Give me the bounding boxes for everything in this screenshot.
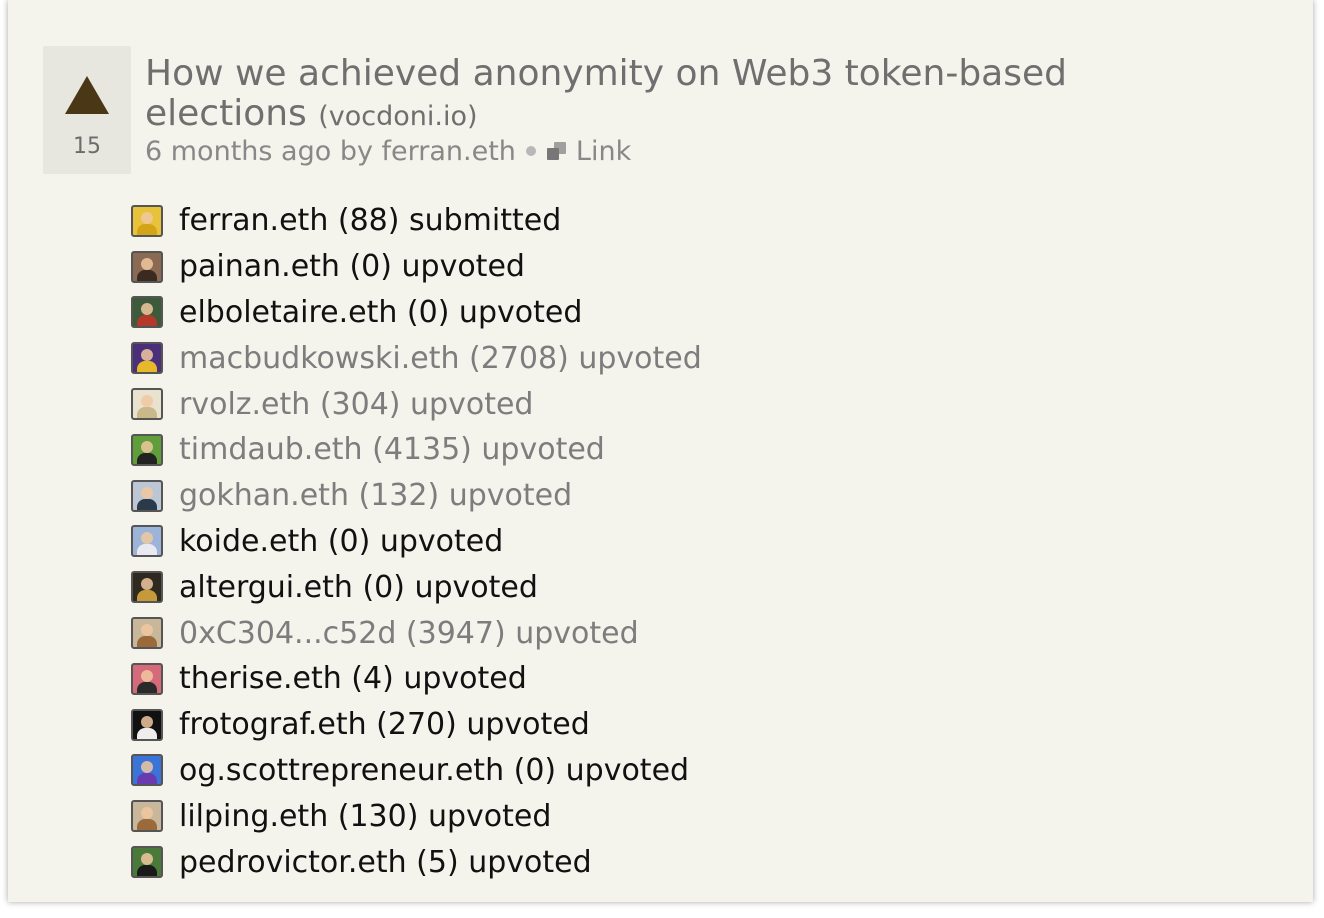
story-title[interactable]: How we achieved anonymity on Web3 token-… <box>145 54 1195 137</box>
separator-dot <box>525 146 536 156</box>
voter-row[interactable]: elboletaire.eth (0) upvoted <box>131 290 702 336</box>
voter-label[interactable]: rvolz.eth (304) upvoted <box>179 387 533 422</box>
story-meta: 6 months ago by ferran.eth Link <box>145 136 631 167</box>
voter-label[interactable]: timdaub.eth (4135) upvoted <box>179 432 605 467</box>
avatar[interactable] <box>131 296 163 329</box>
voter-row[interactable]: ferran.eth (88) submitted <box>131 198 702 244</box>
avatar[interactable] <box>131 342 163 375</box>
avatar[interactable] <box>131 800 163 833</box>
voter-label[interactable]: lilping.eth (130) upvoted <box>179 799 551 834</box>
avatar[interactable] <box>131 571 163 604</box>
avatar[interactable] <box>131 754 163 787</box>
voter-row[interactable]: koide.eth (0) upvoted <box>131 519 702 565</box>
avatar[interactable] <box>131 846 163 879</box>
voter-row[interactable]: pedrovictor.eth (5) upvoted <box>131 839 702 885</box>
voter-label[interactable]: painan.eth (0) upvoted <box>179 249 525 284</box>
voter-label[interactable]: koide.eth (0) upvoted <box>179 524 503 559</box>
voter-label[interactable]: ferran.eth (88) submitted <box>179 203 561 238</box>
upvote-arrow-icon[interactable] <box>65 76 109 114</box>
voter-label[interactable]: 0xC304...c52d (3947) upvoted <box>179 616 639 651</box>
link-icon <box>546 141 568 163</box>
avatar[interactable] <box>131 204 163 237</box>
voter-label[interactable]: pedrovictor.eth (5) upvoted <box>179 845 592 880</box>
voter-label[interactable]: frotograf.eth (270) upvoted <box>179 707 590 742</box>
voter-row[interactable]: macbudkowski.eth (2708) upvoted <box>131 335 702 381</box>
voter-label[interactable]: therise.eth (4) upvoted <box>179 661 527 696</box>
avatar[interactable] <box>131 708 163 741</box>
voter-row[interactable]: timdaub.eth (4135) upvoted <box>131 427 702 473</box>
story-domain[interactable]: (vocdoni.io) <box>318 101 477 132</box>
voter-label[interactable]: elboletaire.eth (0) upvoted <box>179 295 582 330</box>
voter-label[interactable]: og.scottrepreneur.eth (0) upvoted <box>179 753 689 788</box>
voter-row[interactable]: og.scottrepreneur.eth (0) upvoted <box>131 748 702 794</box>
avatar[interactable] <box>131 433 163 466</box>
voter-row[interactable]: gokhan.eth (132) upvoted <box>131 473 702 519</box>
story-title-text[interactable]: How we achieved anonymity on Web3 token-… <box>145 53 1067 134</box>
voter-row[interactable]: 0xC304...c52d (3947) upvoted <box>131 610 702 656</box>
link-button[interactable]: Link <box>576 136 631 167</box>
voter-row[interactable]: lilping.eth (130) upvoted <box>131 793 702 839</box>
avatar[interactable] <box>131 250 163 283</box>
story-card: 15 How we achieved anonymity on Web3 tok… <box>8 0 1313 902</box>
voter-label[interactable]: gokhan.eth (132) upvoted <box>179 478 572 513</box>
avatar[interactable] <box>131 617 163 650</box>
voter-row[interactable]: painan.eth (0) upvoted <box>131 244 702 290</box>
voter-row[interactable]: frotograf.eth (270) upvoted <box>131 702 702 748</box>
upvote-box[interactable]: 15 <box>43 46 131 174</box>
voter-label[interactable]: altergui.eth (0) upvoted <box>179 570 538 605</box>
voter-row[interactable]: altergui.eth (0) upvoted <box>131 564 702 610</box>
avatar[interactable] <box>131 662 163 695</box>
vote-count: 15 <box>73 134 101 159</box>
voter-row[interactable]: therise.eth (4) upvoted <box>131 656 702 702</box>
story-meta-text: 6 months ago by ferran.eth <box>145 136 516 167</box>
voter-row[interactable]: rvolz.eth (304) upvoted <box>131 381 702 427</box>
avatar[interactable] <box>131 479 163 512</box>
avatar[interactable] <box>131 525 163 558</box>
voter-label[interactable]: macbudkowski.eth (2708) upvoted <box>179 341 702 376</box>
voter-list: ferran.eth (88) submitted painan.eth (0) … <box>131 198 702 885</box>
avatar[interactable] <box>131 388 163 421</box>
